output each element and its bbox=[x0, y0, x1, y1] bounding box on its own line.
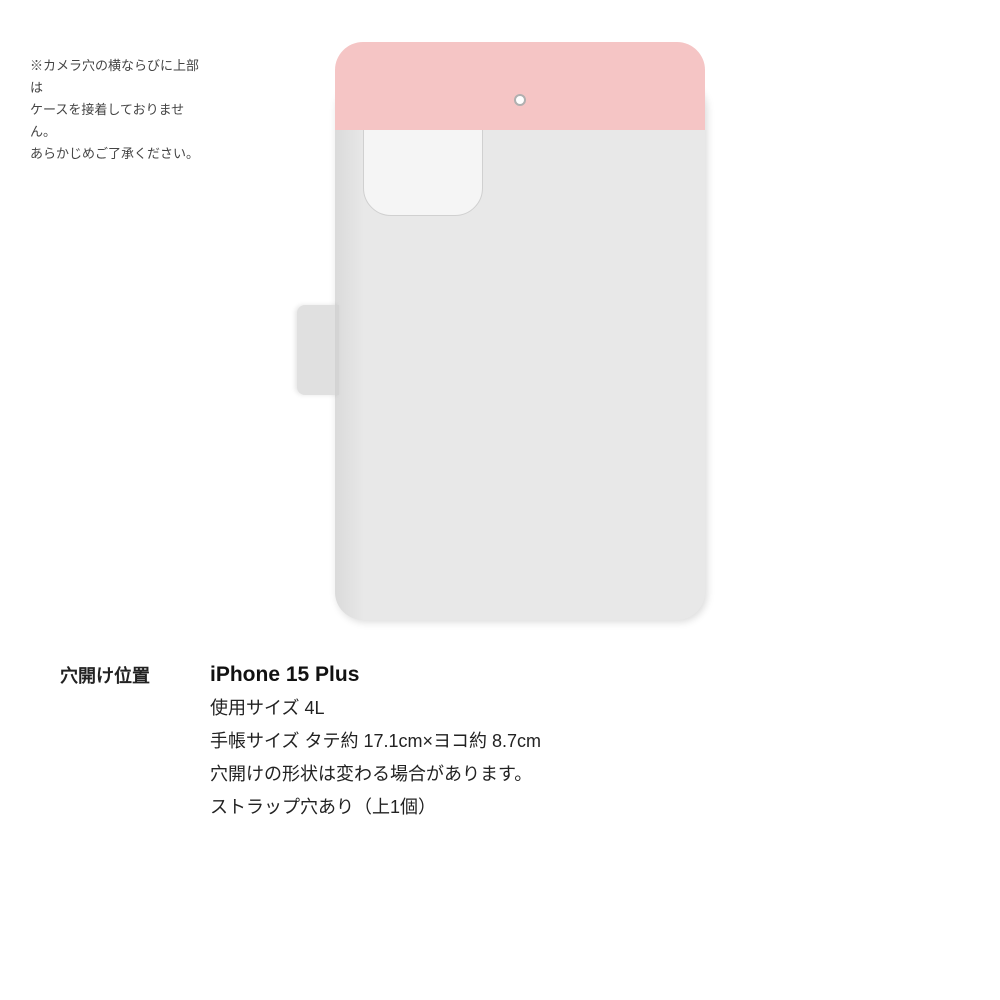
info-section: 穴開け位置 iPhone 15 Plus 使用サイズ 4L 手帳サイズ タテ約 … bbox=[0, 640, 1000, 851]
hole-position-label: 穴開け位置 bbox=[60, 660, 180, 688]
clasp-tab bbox=[297, 305, 339, 395]
strap-hole bbox=[514, 94, 526, 106]
strap-info: ストラップ穴あり（上1個） bbox=[210, 794, 541, 821]
note-line1: ※カメラ穴の横ならびに上部は bbox=[30, 55, 200, 99]
device-name: iPhone 15 Plus bbox=[210, 660, 541, 689]
hole-shape-note: 穴開けの形状は変わる場合があります。 bbox=[210, 761, 541, 788]
note-text: ※カメラ穴の横ならびに上部は ケースを接着しておりません。 あらかじめご了承くだ… bbox=[30, 55, 200, 165]
fold-flap bbox=[335, 42, 705, 102]
size-label: 使用サイズ 4L bbox=[210, 695, 541, 722]
case-body bbox=[335, 80, 705, 620]
case-illustration: ※カメラ穴の横ならびに上部は ケースを接着しておりません。 あらかじめご了承くだ… bbox=[0, 0, 1000, 640]
note-line2: ケースを接着しておりません。 bbox=[30, 99, 200, 143]
notebook-size: 手帳サイズ タテ約 17.1cm×ヨコ約 8.7cm bbox=[210, 728, 541, 755]
info-details: iPhone 15 Plus 使用サイズ 4L 手帳サイズ タテ約 17.1cm… bbox=[210, 660, 541, 821]
note-line3: あらかじめご了承ください。 bbox=[30, 143, 200, 165]
page-container: ※カメラ穴の横ならびに上部は ケースを接着しておりません。 あらかじめご了承くだ… bbox=[0, 0, 1000, 1000]
